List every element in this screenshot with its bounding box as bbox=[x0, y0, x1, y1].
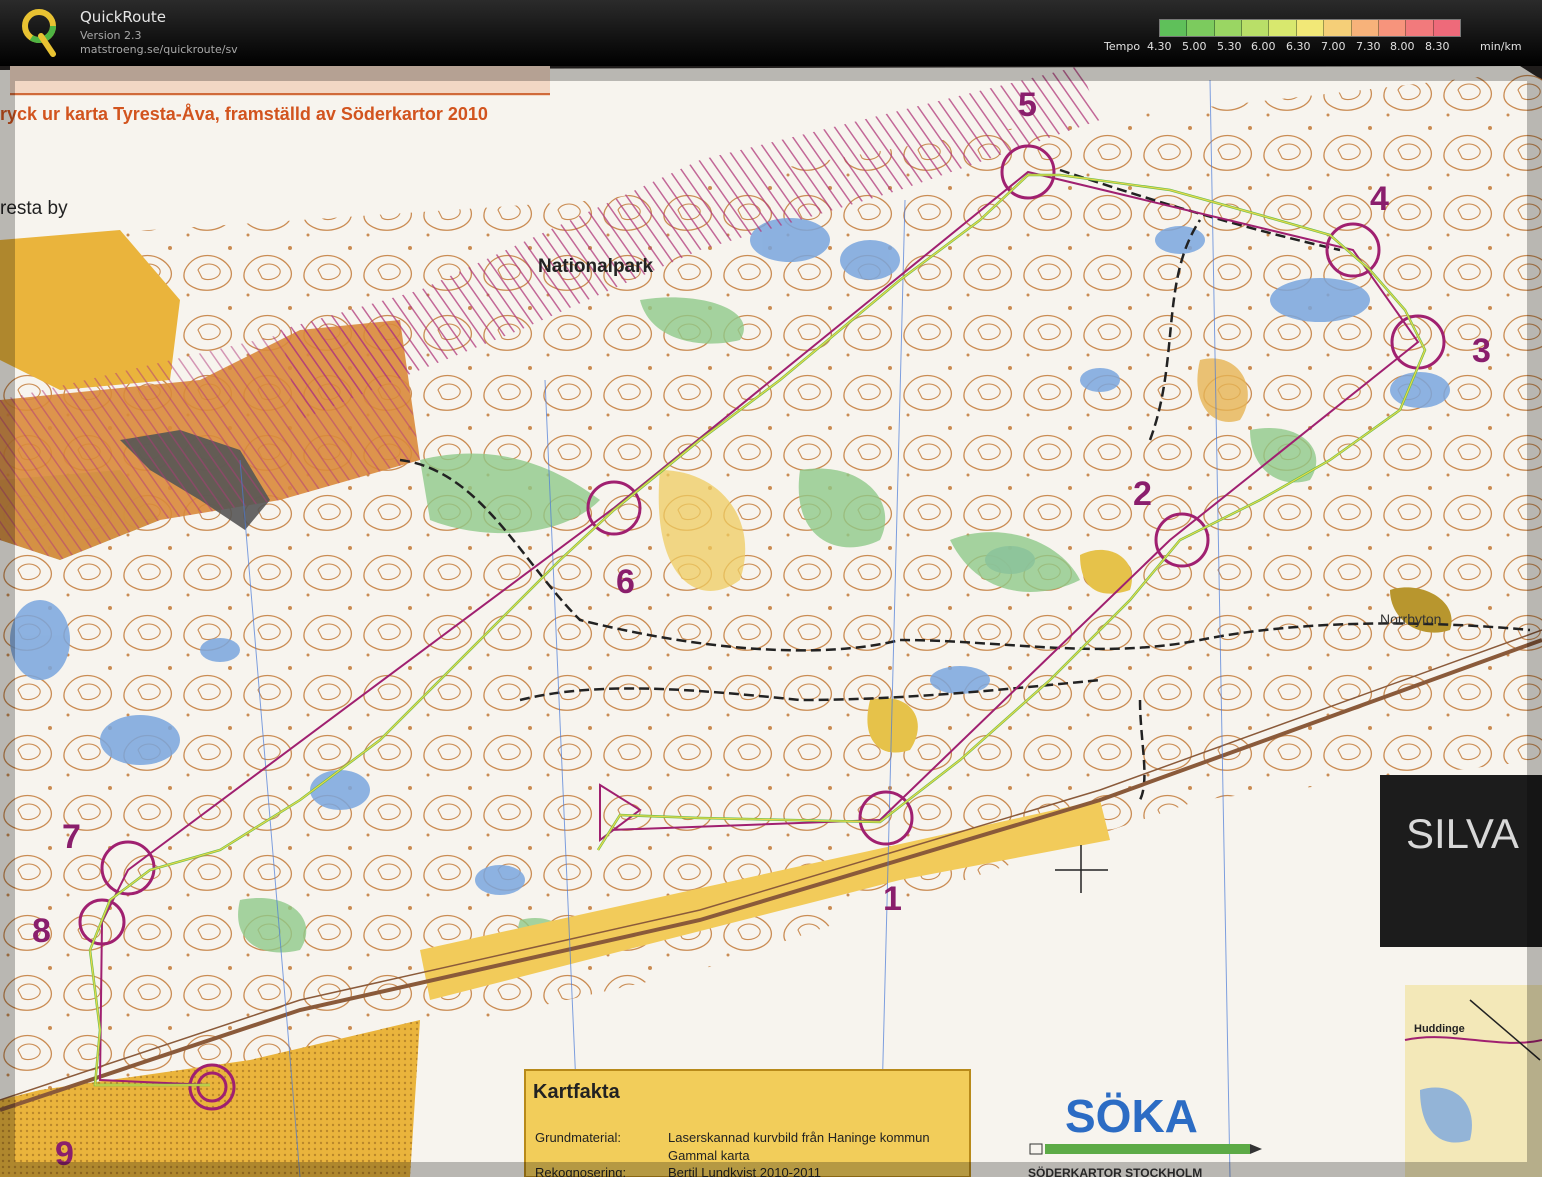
app-url[interactable]: matstroeng.se/quickroute/sv bbox=[80, 43, 238, 56]
tempo-tick: 4.30 bbox=[1147, 40, 1172, 53]
tempo-legend-unit: min/km bbox=[1480, 40, 1522, 53]
control-number: 8 bbox=[32, 912, 51, 950]
silva-text: SILVA bbox=[1406, 810, 1519, 857]
tempo-legend-label: Tempo bbox=[1104, 40, 1141, 53]
tempo-swatch bbox=[1296, 20, 1325, 36]
silva-box bbox=[1380, 775, 1542, 947]
app-version: Version 2.3 bbox=[80, 29, 142, 42]
control-number: 2 bbox=[1133, 475, 1152, 513]
place-label: Norrbyton bbox=[1380, 611, 1441, 627]
tempo-swatch bbox=[1351, 20, 1379, 36]
tempo-swatch bbox=[1324, 20, 1352, 36]
control-number: 3 bbox=[1472, 332, 1491, 370]
control-number: 7 bbox=[62, 818, 81, 856]
kartfakta-title: Kartfakta bbox=[533, 1081, 621, 1103]
tempo-tick: 8.30 bbox=[1425, 40, 1450, 53]
overview-map bbox=[1405, 985, 1542, 1177]
soka-logo: SÖKA bbox=[1065, 1090, 1198, 1142]
tempo-tick: 5.00 bbox=[1182, 40, 1207, 53]
kartfakta-label: Grundmaterial: bbox=[535, 1130, 621, 1145]
kartfakta-value: Laserskannad kurvbild från Haninge kommu… bbox=[668, 1130, 930, 1145]
control-number: 1 bbox=[883, 880, 902, 918]
control-number: 5 bbox=[1018, 86, 1037, 124]
tempo-tick: 6.00 bbox=[1251, 40, 1276, 53]
tempo-swatch bbox=[1242, 20, 1270, 36]
app-title: QuickRoute bbox=[80, 8, 166, 26]
tempo-swatch bbox=[1214, 20, 1243, 36]
tempo-swatch bbox=[1187, 20, 1215, 36]
app-header: QuickRoute Version 2.3 matstroeng.se/qui… bbox=[0, 0, 1542, 66]
tempo-tick: 5.30 bbox=[1217, 40, 1242, 53]
tempo-tick: 7.30 bbox=[1356, 40, 1381, 53]
tempo-swatch bbox=[1269, 20, 1297, 36]
tempo-legend-bar bbox=[1159, 19, 1461, 37]
overview-label: Huddinge bbox=[1414, 1023, 1465, 1035]
tempo-tick: 8.00 bbox=[1390, 40, 1415, 53]
tempo-swatch bbox=[1378, 20, 1407, 36]
tempo-tick: 7.00 bbox=[1321, 40, 1346, 53]
tempo-swatch bbox=[1160, 20, 1188, 36]
place-label: Nationalpark bbox=[538, 256, 654, 277]
map-header-text: ryck ur karta Tyresta-Åva, framställd av… bbox=[0, 104, 488, 124]
orienteering-map[interactable]: 1 2 3 4 5 6 7 8 9 ryck ur karta Tyresta-… bbox=[0, 66, 1542, 1177]
quickroute-logo-icon bbox=[22, 9, 56, 57]
tempo-tick: 6.30 bbox=[1286, 40, 1311, 53]
control-number: 4 bbox=[1370, 180, 1389, 218]
kartfakta-value: Gammal karta bbox=[668, 1148, 750, 1163]
tempo-swatch bbox=[1433, 20, 1460, 36]
control-number: 6 bbox=[616, 563, 635, 601]
tempo-swatch bbox=[1406, 20, 1434, 36]
